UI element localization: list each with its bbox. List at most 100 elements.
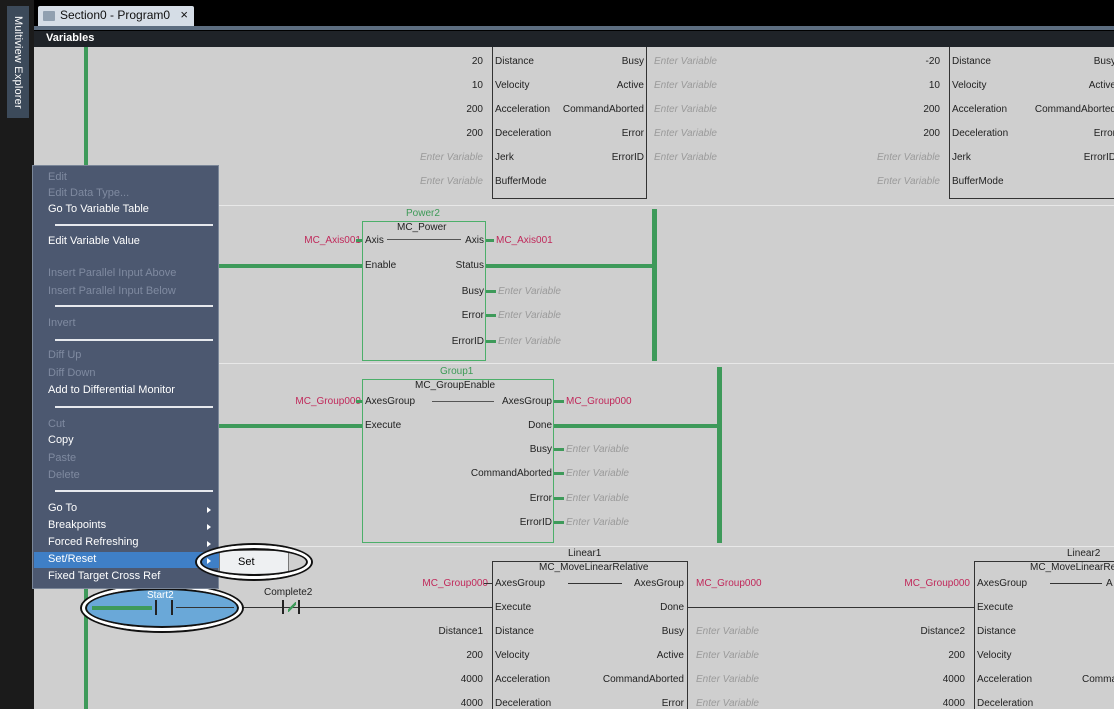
variables-bar[interactable]: Variables: [34, 31, 1114, 47]
input-value[interactable]: 200: [923, 128, 940, 139]
output-variable[interactable]: MC_Group000: [566, 396, 632, 407]
output-variable[interactable]: MC_Group000: [696, 578, 762, 589]
input-value[interactable]: 200: [466, 104, 483, 115]
pin-label: Deceleration: [495, 128, 552, 139]
input-placeholder[interactable]: Enter Variable: [420, 152, 483, 163]
output-placeholder[interactable]: Enter Variable: [654, 152, 717, 163]
menu-item-paste[interactable]: Paste: [48, 452, 76, 464]
menu-item-edit-data-type[interactable]: Edit Data Type...: [48, 187, 129, 199]
fb-type-name: MC_GroupEnable: [415, 380, 496, 391]
output-placeholder[interactable]: Enter Variable: [654, 80, 717, 91]
menu-item-go-to-variable-table[interactable]: Go To Variable Table: [48, 203, 149, 215]
menu-item-invert[interactable]: Invert: [48, 317, 76, 329]
menu-item-set-reset[interactable]: Set/Reset: [48, 553, 96, 565]
output-placeholder[interactable]: Enter Variable: [566, 493, 629, 504]
output-placeholder[interactable]: Enter Variable: [566, 468, 629, 479]
pin-label: Enable: [365, 260, 397, 271]
output-placeholder[interactable]: Enter Variable: [654, 128, 717, 139]
input-value[interactable]: 200: [466, 128, 483, 139]
menu-item-delete[interactable]: Delete: [48, 469, 80, 481]
fb-instance-name: Power2: [406, 208, 440, 219]
menu-item-edit-variable-value[interactable]: Edit Variable Value: [48, 235, 140, 247]
menu-item-cut[interactable]: Cut: [48, 418, 65, 430]
menu-item-copy[interactable]: Copy: [48, 434, 74, 446]
nc-contact-complete2[interactable]: [282, 600, 300, 614]
input-value[interactable]: 200: [466, 650, 483, 661]
pin-label: Distance: [952, 56, 991, 67]
pin-label: Distance: [495, 56, 534, 67]
output-placeholder[interactable]: Enter Variable: [566, 444, 629, 455]
input-placeholder[interactable]: Enter Variable: [877, 152, 940, 163]
pin-label: Error: [461, 310, 484, 321]
fb-instance-name: Linear1: [568, 548, 602, 559]
menu-item-forced-refreshing[interactable]: Forced Refreshing: [48, 536, 139, 548]
input-value[interactable]: 10: [472, 80, 483, 91]
input-value[interactable]: Distance2: [921, 626, 965, 637]
pin-label: Busy: [621, 56, 644, 67]
input-variable[interactable]: MC_Group000: [904, 578, 970, 589]
input-value[interactable]: 200: [948, 650, 965, 661]
pin-wire: [554, 448, 564, 451]
input-value[interactable]: 4000: [461, 698, 483, 709]
pin-label: Error: [529, 493, 552, 504]
contact-label-complete2: Complete2: [264, 587, 313, 598]
menu-item-insert-parallel-input-below[interactable]: Insert Parallel Input Below: [48, 285, 176, 297]
pin-label: Busy: [661, 626, 684, 637]
input-value[interactable]: 4000: [943, 674, 965, 685]
input-variable[interactable]: MC_Group000: [422, 578, 488, 589]
output-placeholder[interactable]: Enter Variable: [654, 104, 717, 115]
menu-item-go-to[interactable]: Go To: [48, 502, 77, 514]
menu-item-diff-up[interactable]: Diff Up: [48, 349, 81, 361]
input-value[interactable]: 20: [472, 56, 483, 67]
pin-label: Error: [1093, 128, 1114, 139]
menu-item-breakpoints[interactable]: Breakpoints: [48, 519, 106, 531]
pin-label: Deceleration: [952, 128, 1009, 139]
pin-label: Execute: [495, 602, 532, 613]
pin-label: CommandAborted: [562, 104, 644, 115]
pin-label: Execute: [365, 420, 402, 431]
pin-wire: [356, 239, 362, 242]
multiview-explorer-tab[interactable]: Multiview Explorer: [7, 6, 29, 118]
output-placeholder[interactable]: Enter Variable: [498, 286, 561, 297]
output-placeholder[interactable]: Enter Variable: [498, 336, 561, 347]
pin-label: Axis: [465, 235, 484, 246]
input-value[interactable]: 4000: [461, 674, 483, 685]
input-placeholder[interactable]: Enter Variable: [420, 176, 483, 187]
pin-wire: [554, 521, 564, 524]
pin-label: Velocity: [495, 80, 530, 91]
pin-label: Done: [528, 420, 552, 431]
rung-wire: [554, 424, 720, 428]
output-placeholder[interactable]: Enter Variable: [696, 674, 759, 685]
output-variable[interactable]: MC_Axis001: [496, 235, 553, 246]
menu-item-insert-parallel-input-above[interactable]: Insert Parallel Input Above: [48, 267, 176, 279]
input-value[interactable]: -20: [926, 56, 940, 67]
branch-rail: [717, 367, 722, 543]
output-placeholder[interactable]: Enter Variable: [696, 650, 759, 661]
output-placeholder[interactable]: Enter Variable: [498, 310, 561, 321]
menu-item-fixed-target-cross-ref[interactable]: Fixed Target Cross Ref: [48, 570, 160, 582]
input-value[interactable]: 4000: [943, 698, 965, 709]
input-variable[interactable]: MC_Group000: [295, 396, 361, 407]
menu-item-edit[interactable]: Edit: [48, 171, 67, 183]
tab-section0-program0[interactable]: Section0 - Program0 ×: [38, 6, 194, 26]
pin-label: Busy: [529, 444, 552, 455]
output-placeholder[interactable]: Enter Variable: [654, 56, 717, 67]
output-placeholder[interactable]: Enter Variable: [696, 626, 759, 637]
input-variable[interactable]: MC_Axis001: [304, 235, 361, 246]
rung-wire: [234, 607, 492, 608]
input-value[interactable]: Distance1: [439, 626, 483, 637]
menu-item-diff-down[interactable]: Diff Down: [48, 367, 95, 379]
tab-underline: [34, 26, 1114, 30]
close-icon[interactable]: ×: [180, 7, 188, 22]
input-placeholder[interactable]: Enter Variable: [877, 176, 940, 187]
output-placeholder[interactable]: Enter Variable: [566, 517, 629, 528]
pin-label: Jerk: [495, 152, 514, 163]
input-value[interactable]: 10: [929, 80, 940, 91]
menu-item-add-to-differential-monitor[interactable]: Add to Differential Monitor: [48, 384, 175, 396]
pin-label: Deceleration: [977, 698, 1034, 709]
input-value[interactable]: 200: [923, 104, 940, 115]
pin-label: CommandAborted: [1034, 104, 1114, 115]
pin-label: Active: [1088, 80, 1114, 91]
pin-label: Axis: [365, 235, 384, 246]
output-placeholder[interactable]: Enter Variable: [696, 698, 759, 709]
